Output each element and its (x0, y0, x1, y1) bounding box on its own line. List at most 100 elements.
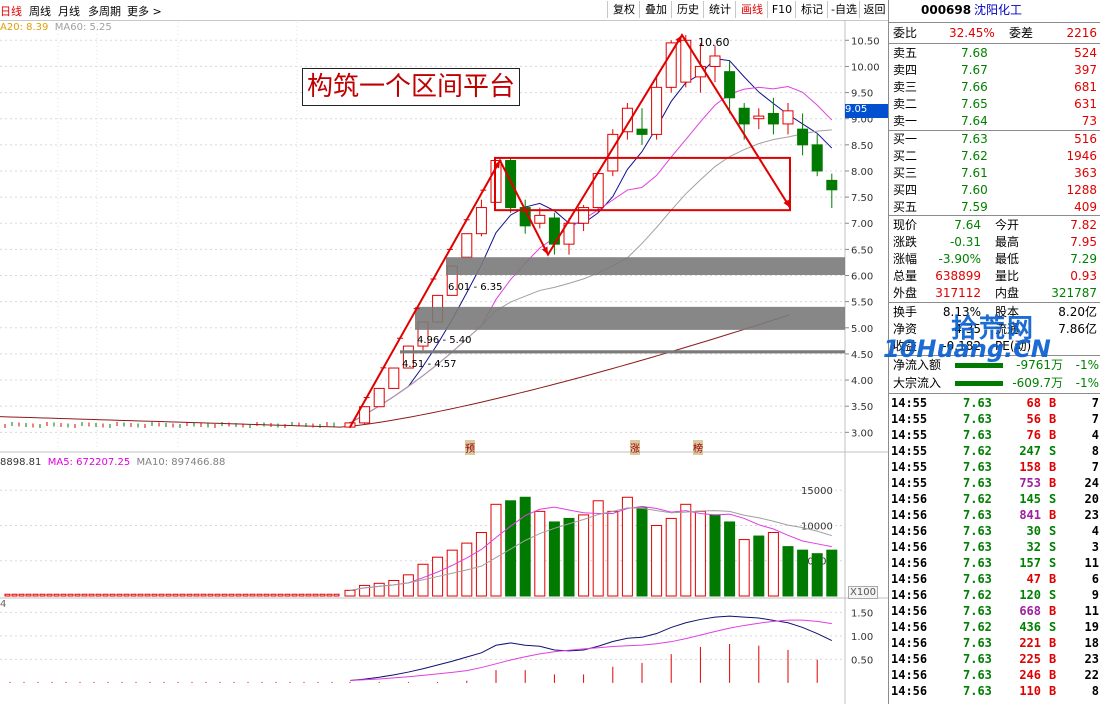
stat-value: 317112 (935, 286, 981, 300)
tick-count: 24 (1084, 476, 1099, 490)
volume-bar[interactable] (578, 514, 590, 597)
volume-bar[interactable] (753, 535, 765, 597)
buy-volume: 516 (1074, 132, 1097, 146)
volume-bar[interactable] (724, 521, 736, 597)
candle-body[interactable] (826, 179, 838, 191)
tick-side: B (1049, 604, 1057, 618)
tick-price: 7.63 (963, 652, 992, 666)
marker-pre[interactable]: 预 (465, 440, 475, 455)
volume-bar[interactable] (767, 532, 779, 597)
volume-bar[interactable] (782, 546, 794, 597)
volume-bar[interactable] (344, 589, 356, 597)
sell-level-label: 卖二 (893, 97, 918, 111)
price-tick-label: 5.50 (851, 298, 873, 309)
sell-volume: 73 (1081, 114, 1097, 128)
volume-bar (144, 593, 151, 597)
candle-body[interactable] (651, 86, 663, 135)
volume-bar[interactable] (402, 574, 414, 597)
stat-label: 涨跌 (893, 235, 918, 249)
volume-bar[interactable] (651, 524, 663, 597)
candle-body[interactable] (738, 107, 750, 125)
volume-bar (291, 593, 298, 597)
volume-bar[interactable] (665, 517, 677, 597)
tick-volume: 157 (1019, 556, 1041, 570)
volume-bar[interactable] (563, 517, 575, 597)
tick-time: 14:56 (891, 620, 928, 634)
stat-value: 638899 (935, 269, 981, 283)
volume-bar (11, 593, 18, 597)
marker-limit-up[interactable]: 涨 (630, 440, 640, 455)
buy-level-row: 买二 7.62 1946 (889, 148, 1100, 165)
candle-body[interactable] (753, 115, 765, 120)
volume-bar (284, 593, 291, 597)
tick-count: 6 (1091, 572, 1099, 586)
platform-box (494, 156, 791, 212)
candle-body[interactable] (505, 160, 517, 209)
ma20-label: A20: 8.39 (0, 22, 49, 33)
volume-bar[interactable] (636, 507, 648, 597)
gap-label-1: 6.01 - 6.35 (448, 282, 503, 293)
buy-volume: 1288 (1066, 183, 1097, 197)
volume-bar[interactable] (505, 500, 517, 597)
volume-bar (193, 593, 200, 597)
macd-dea-line (349, 619, 832, 682)
candle-body[interactable] (373, 387, 385, 408)
volume-bar[interactable] (534, 510, 546, 597)
weibi-value: 32.45% (949, 26, 995, 40)
tick-price: 7.62 (963, 588, 992, 602)
volume-bar[interactable] (490, 503, 502, 597)
tick-row: 14:55 7.63 753 B 24 (889, 475, 1100, 492)
volume-bar[interactable] (548, 521, 560, 597)
volume-bar[interactable] (709, 514, 721, 597)
price-tick-label: 8.50 (851, 141, 873, 152)
tick-side: B (1049, 508, 1057, 522)
candle-body[interactable] (797, 128, 809, 146)
tick-row: 14:56 7.63 32 S 3 (889, 539, 1100, 556)
candle-body[interactable] (534, 214, 546, 224)
candle-body[interactable] (709, 55, 721, 67)
volume-bar[interactable] (797, 549, 809, 597)
candle-body[interactable] (388, 367, 400, 389)
candle-body[interactable] (461, 233, 473, 258)
tick-volume: 668 (1019, 604, 1041, 618)
volume-bar[interactable] (621, 496, 633, 597)
tick-row: 14:56 7.62 120 S 9 (889, 587, 1100, 604)
volume-bar[interactable] (592, 500, 604, 597)
volume-bar[interactable] (738, 539, 750, 597)
stat-value: -3.90% (938, 252, 981, 266)
marker-list[interactable]: 榜 (693, 440, 703, 455)
candle-body[interactable] (475, 207, 487, 235)
stat-value: 321787 (1051, 286, 1097, 300)
volume-bar[interactable] (373, 582, 385, 597)
volume-bar (249, 593, 256, 597)
vol-label: 8898.81 (0, 457, 42, 468)
candle-body[interactable] (724, 71, 736, 99)
volume-bar[interactable] (826, 549, 838, 597)
tick-volume: 110 (1019, 684, 1041, 698)
volume-bar[interactable] (694, 510, 706, 597)
volume-bar[interactable] (388, 579, 400, 597)
volume-bar[interactable] (680, 503, 692, 597)
tick-time: 14:56 (891, 540, 928, 554)
tick-time: 14:56 (891, 492, 928, 506)
stock-name[interactable]: 沈阳化工 (974, 2, 1022, 19)
tick-time: 14:55 (891, 460, 928, 474)
candle-body[interactable] (665, 42, 677, 88)
volume-bar (32, 593, 39, 597)
volume-bar (4, 593, 11, 597)
tick-side: S (1049, 540, 1057, 554)
fundamental-label: 换手 (893, 305, 918, 319)
candle-body[interactable] (811, 144, 823, 172)
volume-bar[interactable] (519, 496, 531, 597)
volume-bar[interactable] (359, 584, 371, 597)
tick-time: 14:56 (891, 684, 928, 698)
sell-volume: 681 (1074, 80, 1097, 94)
tick-side: S (1049, 556, 1057, 570)
candle-body[interactable] (782, 110, 794, 125)
buy-level-label: 买四 (893, 183, 918, 197)
tick-side: B (1049, 428, 1057, 442)
candle-body[interactable] (767, 112, 779, 125)
volume-bar[interactable] (607, 510, 619, 597)
candle-body[interactable] (636, 128, 648, 135)
volume-bar[interactable] (811, 553, 823, 597)
